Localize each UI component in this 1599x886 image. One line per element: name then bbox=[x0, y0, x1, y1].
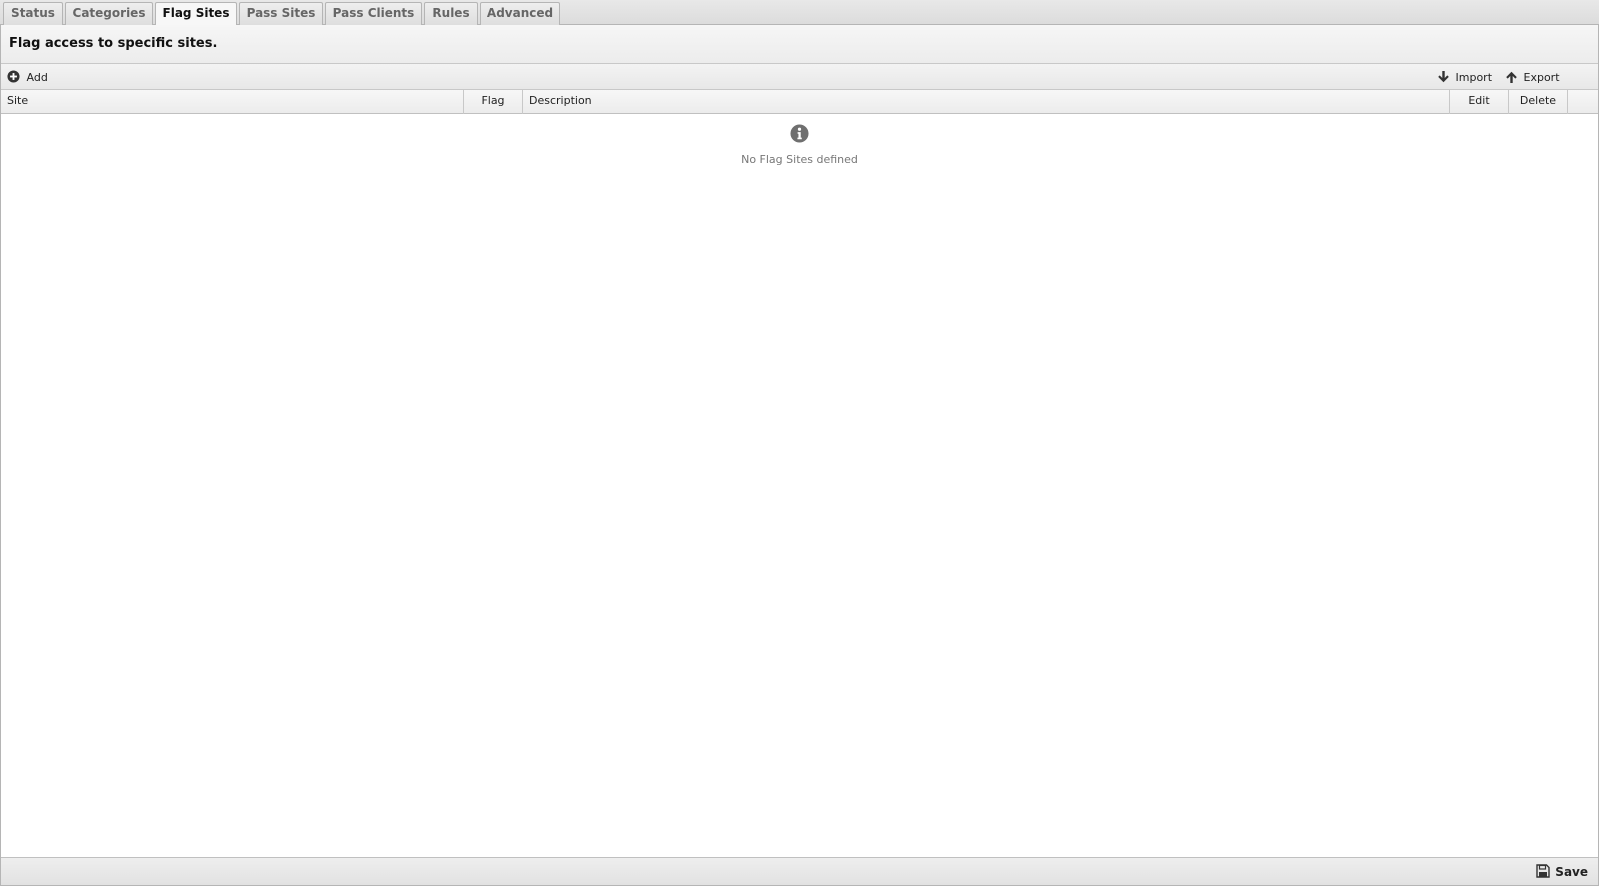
empty-message: No Flag Sites defined bbox=[741, 153, 858, 166]
floppy-disk-icon bbox=[1536, 864, 1550, 878]
tab-status[interactable]: Status bbox=[3, 2, 63, 25]
info-icon bbox=[790, 124, 809, 143]
column-header-delete: Delete bbox=[1509, 90, 1568, 114]
add-button-label: Add bbox=[26, 71, 48, 84]
tab-advanced[interactable]: Advanced bbox=[480, 2, 560, 25]
empty-state: No Flag Sites defined bbox=[1, 124, 1598, 166]
arrow-down-icon bbox=[1438, 70, 1449, 82]
arrow-up-icon bbox=[1506, 71, 1517, 83]
import-button-label: Import bbox=[1455, 71, 1493, 84]
column-header-edit: Edit bbox=[1450, 90, 1509, 114]
grid-toolbar: Add Import Export bbox=[1, 64, 1598, 90]
tab-strip: Status Categories Flag Sites Pass Sites … bbox=[0, 0, 1599, 26]
tab-rules[interactable]: Rules bbox=[424, 2, 478, 25]
flag-sites-panel: Status Categories Flag Sites Pass Sites … bbox=[0, 0, 1599, 886]
column-header-description[interactable]: Description bbox=[523, 90, 1450, 114]
save-button-label: Save bbox=[1555, 865, 1588, 879]
panel-footer: Save bbox=[1, 857, 1598, 885]
export-button[interactable]: Export bbox=[1506, 69, 1560, 86]
tab-categories[interactable]: Categories bbox=[65, 2, 153, 25]
grid-header: Site Flag Description Edit Delete bbox=[1, 90, 1598, 114]
tab-pass-clients[interactable]: Pass Clients bbox=[325, 2, 422, 25]
save-button[interactable]: Save bbox=[1536, 864, 1588, 880]
page-title: Flag access to specific sites. bbox=[9, 36, 218, 51]
tab-flag-sites[interactable]: Flag Sites bbox=[155, 2, 237, 26]
export-button-label: Export bbox=[1523, 71, 1560, 84]
tab-pass-sites[interactable]: Pass Sites bbox=[239, 2, 323, 25]
plus-circle-icon bbox=[7, 70, 20, 83]
column-header-flag[interactable]: Flag bbox=[464, 90, 523, 114]
column-header-site[interactable]: Site bbox=[1, 90, 464, 114]
add-button[interactable]: Add bbox=[7, 69, 48, 86]
import-button[interactable]: Import bbox=[1438, 69, 1492, 86]
panel-heading: Flag access to specific sites. bbox=[1, 25, 1598, 64]
